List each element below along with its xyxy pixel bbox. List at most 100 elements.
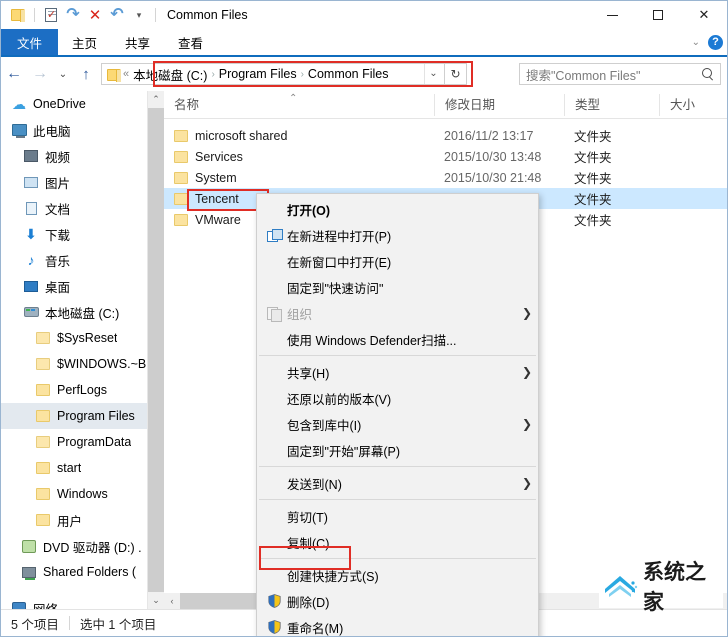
menu-item-restore-previous-versions[interactable]: 还原以前的版本(V) bbox=[257, 385, 538, 411]
menu-item-include-in-library[interactable]: 包含到库中(I) ❯ bbox=[257, 411, 538, 437]
column-header-date[interactable]: 修改日期 bbox=[434, 93, 564, 116]
breadcrumb-item-0[interactable]: 本地磁盘 (C:) bbox=[133, 65, 207, 84]
tab-file[interactable]: 文件 bbox=[1, 29, 59, 55]
menu-item-label: 复制(C) bbox=[287, 536, 330, 551]
qat-dropdown-icon[interactable]: ▾ bbox=[130, 6, 148, 24]
menu-item-rename[interactable]: 重命名(M) bbox=[257, 614, 538, 636]
sidebar-item-program-files[interactable]: Program Files bbox=[1, 403, 147, 429]
address-dropdown-icon[interactable]: ⌄ bbox=[424, 64, 442, 84]
sidebar-item-label: 文档 bbox=[45, 202, 71, 217]
forward-button[interactable]: → bbox=[27, 59, 53, 89]
folder-icon bbox=[174, 192, 188, 205]
tab-home[interactable]: 主页 bbox=[58, 29, 111, 55]
menu-item-share[interactable]: 共享(H) ❯ bbox=[257, 359, 538, 385]
sidebar-item-desktop[interactable]: 桌面 bbox=[1, 273, 147, 299]
sidebar-item-programdata[interactable]: ProgramData bbox=[1, 429, 147, 455]
breadcrumb-item-1[interactable]: Program Files bbox=[219, 67, 297, 81]
properties-icon[interactable] bbox=[42, 6, 60, 24]
menu-item-open-new-window[interactable]: 在新窗口中打开(E) bbox=[257, 248, 538, 274]
breadcrumb-item-2[interactable]: Common Files bbox=[308, 67, 389, 81]
menu-item-scan-defender[interactable]: 使用 Windows Defender扫描... bbox=[257, 326, 538, 352]
table-row[interactable]: microsoft shared 2016/11/2 13:17 文件夹 bbox=[164, 125, 727, 146]
sidebar-item-videos[interactable]: 视频 bbox=[1, 143, 147, 169]
maximize-button[interactable] bbox=[635, 1, 681, 29]
tab-view[interactable]: 查看 bbox=[164, 29, 217, 55]
column-header-size[interactable]: 大小 bbox=[659, 93, 719, 116]
folder-icon bbox=[33, 462, 53, 474]
folder-icon bbox=[33, 514, 53, 526]
menu-item-copy[interactable]: 复制(C) bbox=[257, 529, 538, 555]
breadcrumb-bar[interactable]: « 本地磁盘 (C:) › Program Files › Common Fil… bbox=[101, 63, 445, 85]
close-button[interactable]: ✕ bbox=[681, 1, 727, 29]
sort-ascending-icon: ⌃ bbox=[289, 92, 298, 104]
back-button[interactable]: ← bbox=[1, 59, 27, 89]
sidebar-item-start[interactable]: start bbox=[1, 455, 147, 481]
breadcrumb-overflow-icon[interactable]: « bbox=[123, 68, 129, 80]
menu-item-send-to[interactable]: 发送到(N) ❯ bbox=[257, 470, 538, 496]
menu-item-organize[interactable]: 组织 ❯ bbox=[257, 300, 538, 326]
sidebar-item-pictures[interactable]: 图片 bbox=[1, 169, 147, 195]
menu-item-open-new-process[interactable]: 在新进程中打开(P) bbox=[257, 222, 538, 248]
redo-icon[interactable]: ↷ bbox=[64, 6, 82, 24]
scroll-left-icon[interactable]: ‹ bbox=[164, 593, 180, 609]
scrollbar-track[interactable] bbox=[148, 214, 164, 592]
close-red-icon[interactable]: ✕ bbox=[86, 6, 104, 24]
menu-item-delete[interactable]: 删除(D) bbox=[257, 588, 538, 614]
table-row[interactable]: System 2015/10/30 21:48 文件夹 bbox=[164, 167, 727, 188]
navigation-scrollbar[interactable]: ⌃ ⌄ bbox=[147, 91, 164, 609]
sidebar-item-this-pc[interactable]: 此电脑 bbox=[1, 117, 147, 143]
menu-item-label: 删除(D) bbox=[287, 595, 330, 610]
menu-item-label: 重命名(M) bbox=[287, 621, 344, 636]
minimize-button[interactable] bbox=[589, 1, 635, 29]
folder-icon bbox=[174, 171, 188, 184]
table-row[interactable]: Services 2015/10/30 13:48 文件夹 bbox=[164, 146, 727, 167]
sidebar-item-label: start bbox=[57, 461, 82, 475]
folder-icon bbox=[33, 384, 53, 396]
file-name-cell: System bbox=[164, 171, 434, 185]
selection-count-label: 选中 1 个项目 bbox=[79, 617, 157, 632]
watermark-logo-icon bbox=[603, 569, 639, 603]
folder-icon bbox=[33, 332, 53, 344]
folder-icon[interactable] bbox=[9, 6, 27, 24]
up-button[interactable]: ↑ bbox=[73, 59, 99, 89]
help-icon[interactable]: ? bbox=[708, 34, 723, 50]
scroll-down-icon[interactable]: ⌄ bbox=[148, 592, 164, 609]
scrollbar-thumb[interactable] bbox=[148, 108, 164, 214]
tab-share[interactable]: 共享 bbox=[111, 29, 164, 55]
menu-item-pin-to-start[interactable]: 固定到"开始"屏幕(P) bbox=[257, 437, 538, 463]
watermark-text: 系统之家 bbox=[643, 560, 706, 614]
column-header-type[interactable]: 类型 bbox=[564, 93, 659, 116]
network-icon bbox=[9, 602, 29, 609]
sidebar-item-dvd-drive[interactable]: DVD 驱动器 (D:) . bbox=[1, 533, 147, 559]
sidebar-item-network[interactable]: 网络 bbox=[1, 595, 147, 609]
sidebar-item-sysreset[interactable]: $SysReset bbox=[1, 325, 147, 351]
sidebar-item-downloads[interactable]: ⬇ 下载 bbox=[1, 221, 147, 247]
sidebar-item-users[interactable]: 用户 bbox=[1, 507, 147, 533]
sidebar-item-perflogs[interactable]: PerfLogs bbox=[1, 377, 147, 403]
menu-item-label: 固定到"开始"屏幕(P) bbox=[287, 444, 401, 459]
menu-item-pin-to-quick-access[interactable]: 固定到"快速访问" bbox=[257, 274, 538, 300]
sidebar-item-windows[interactable]: Windows bbox=[1, 481, 147, 507]
sidebar-item-music[interactable]: ♪ 音乐 bbox=[1, 247, 147, 273]
sidebar-item-windows-bt[interactable]: $WINDOWS.~B bbox=[1, 351, 147, 377]
column-header-name[interactable]: 名称 ⌃ bbox=[164, 93, 434, 116]
menu-item-create-shortcut[interactable]: 创建快捷方式(S) bbox=[257, 562, 538, 588]
search-icon[interactable] bbox=[702, 68, 714, 80]
folder-icon bbox=[33, 410, 53, 422]
sidebar-item-shared-folders[interactable]: Shared Folders ( bbox=[1, 559, 147, 585]
undo-icon[interactable]: ↶ bbox=[108, 6, 126, 24]
sidebar-item-documents[interactable]: 文档 bbox=[1, 195, 147, 221]
breadcrumb: « 本地磁盘 (C:) › Program Files › Common Fil… bbox=[104, 65, 424, 84]
menu-item-label: 包含到库中(I) bbox=[287, 418, 362, 433]
menu-item-open[interactable]: 打开(O) bbox=[257, 196, 538, 222]
menu-item-label: 创建快捷方式(S) bbox=[287, 569, 379, 584]
search-box[interactable]: 搜索"Common Files" bbox=[519, 63, 721, 85]
recent-locations-button[interactable]: ⌄ bbox=[53, 59, 73, 89]
sidebar-item-onedrive[interactable]: ☁ OneDrive bbox=[1, 91, 147, 117]
refresh-button[interactable]: ↻ bbox=[445, 63, 467, 85]
search-input[interactable]: 搜索"Common Files" bbox=[526, 65, 702, 84]
scroll-up-icon[interactable]: ⌃ bbox=[148, 91, 164, 108]
sidebar-item-local-disk-c[interactable]: 本地磁盘 (C:) bbox=[1, 299, 147, 325]
menu-item-cut[interactable]: 剪切(T) bbox=[257, 503, 538, 529]
chevron-down-icon[interactable]: ⌄ bbox=[692, 37, 700, 48]
